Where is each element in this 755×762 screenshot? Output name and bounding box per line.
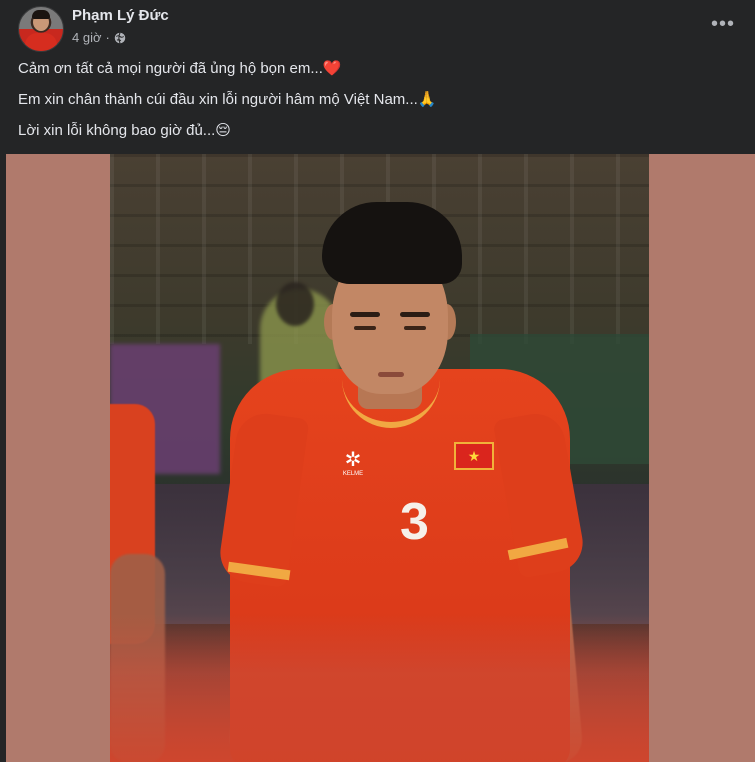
more-options-button[interactable]: ••• (705, 10, 741, 38)
facebook-post: Phạm Lý Đức 4 giờ · ••• Cảm ơn tất cả mọ… (0, 0, 755, 762)
foreground-blur-overlay (110, 614, 649, 762)
caption-line-3: Lời xin lỗi không bao giờ đủ...😔 (18, 122, 231, 139)
player-hair (322, 202, 462, 284)
vietnam-flag-badge: ★ (454, 442, 494, 470)
globe-icon (114, 32, 126, 43)
kit-logo-icon: ✲ (344, 449, 362, 471)
avatar-shirt (25, 33, 57, 51)
more-horizontal-icon: ••• (710, 12, 735, 35)
post-photo[interactable]: ✲ KELME ★ 3 (110, 154, 649, 762)
post-timestamp[interactable]: 4 giờ (72, 30, 102, 45)
kit-logo-text: KELME (342, 471, 364, 477)
flag-star-icon: ★ (467, 448, 481, 464)
player-eye-left (354, 326, 376, 330)
background-person-head (276, 282, 314, 326)
kit-sponsor-logo: ✲ KELME (338, 450, 368, 484)
author-name[interactable]: Phạm Lý Đức (72, 7, 169, 24)
caption-line-1: Cảm ơn tất cả mọi người đã ủng hộ bọn em… (18, 60, 342, 77)
jersey-number: 3 (400, 493, 429, 551)
avatar-hair (32, 10, 50, 19)
author-avatar[interactable] (18, 6, 64, 52)
post-caption: Cảm ơn tất cả mọi người đã ủng hộ bọn em… (18, 60, 738, 153)
post-meta: 4 giờ · (72, 30, 126, 45)
player-brow-left (350, 312, 380, 317)
meta-separator: · (105, 30, 110, 45)
player-mouth (378, 372, 404, 377)
post-photo-frame[interactable]: ✲ KELME ★ 3 (6, 154, 755, 762)
caption-line-2: Em xin chân thành cúi đầu xin lỗi người … (18, 91, 437, 108)
player-eye-right (404, 326, 426, 330)
player-brow-right (400, 312, 430, 317)
